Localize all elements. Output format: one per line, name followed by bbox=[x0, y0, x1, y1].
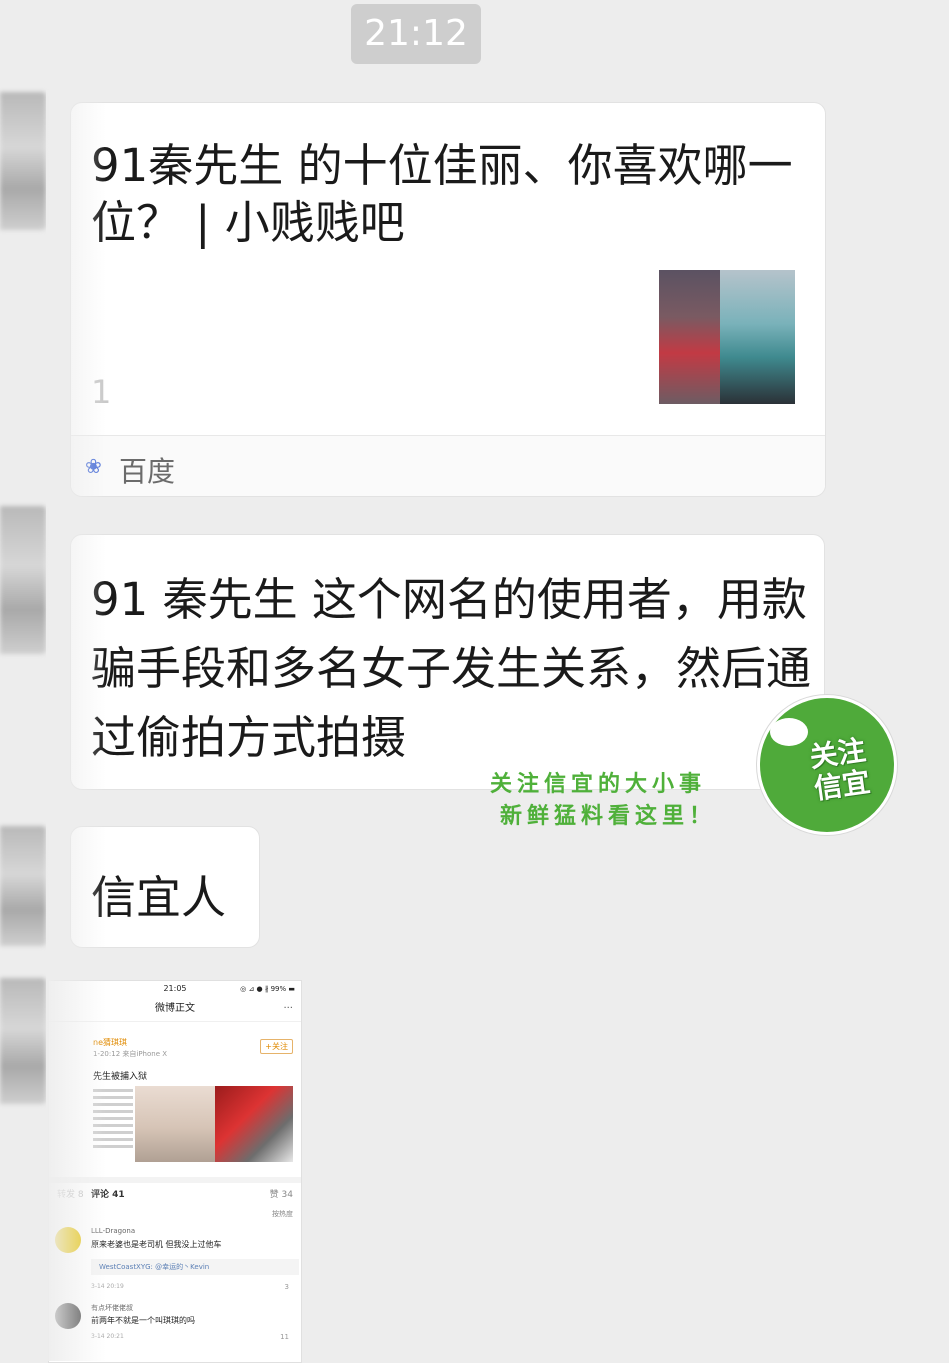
commenter-avatar bbox=[55, 1303, 81, 1329]
more-icon: ··· bbox=[283, 1003, 293, 1014]
badge-text: 关注信宜 bbox=[807, 733, 873, 806]
image-message-screenshot[interactable]: 21:05 ◎ ⊿ ● ∦ 99% ▬ 微博正文 ··· ne猜琪琪 1-20:… bbox=[48, 980, 302, 1363]
comment-text: 原来老婆也是老司机 但我没上过他车 bbox=[91, 1240, 222, 1249]
text-message-bubble-short[interactable]: 信宜人 bbox=[70, 826, 260, 948]
link-title: 91秦先生 的十位佳丽、你喜欢哪一位？ | 小贱贱吧 bbox=[91, 139, 793, 249]
avatar[interactable] bbox=[0, 826, 46, 946]
text-message-bubble[interactable]: 91 秦先生 这个网名的使用者，用款骗手段和多名女子发生关系，然后通过偷拍方式拍… bbox=[70, 534, 825, 790]
link-thumbnail bbox=[659, 270, 795, 404]
link-description: 1 bbox=[91, 373, 112, 411]
comment-text: 前两年不就是一个叫琪琪的吗 bbox=[91, 1316, 195, 1325]
commenter-avatar bbox=[55, 1227, 81, 1253]
link-card-message[interactable]: 91秦先生 的十位佳丽、你喜欢哪一位？ | 小贱贱吧 1 ❀ 百度 bbox=[70, 102, 826, 497]
tab-likes: 赞 34 bbox=[269, 1190, 293, 1200]
tab-comments: 评论 41 bbox=[91, 1190, 125, 1200]
weibo-nav-bar: 微博正文 ··· bbox=[49, 997, 301, 1022]
post-tabs: 转发 8 评论 41 赞 34 bbox=[49, 1177, 301, 1205]
sort-by-hot: 按热度 bbox=[272, 1210, 293, 1218]
tab-repost: 转发 8 bbox=[57, 1190, 84, 1200]
avatar[interactable] bbox=[0, 978, 46, 1104]
post-image-2 bbox=[215, 1086, 293, 1162]
follow-button: +关注 bbox=[260, 1039, 293, 1054]
comment-date: 3-14 20:19 bbox=[91, 1283, 124, 1290]
post-text: 先生被捕入狱 bbox=[93, 1072, 148, 1082]
post-image-1 bbox=[135, 1086, 215, 1162]
baidu-paw-icon: ❀ bbox=[85, 454, 102, 478]
avatar[interactable] bbox=[0, 506, 46, 654]
watermark-line-2: 新鲜猛料看这里！ bbox=[500, 803, 717, 829]
status-bar: 21:05 ◎ ⊿ ● ∦ 99% ▬ bbox=[49, 981, 301, 997]
comment-reply: WestCoastXYG: @幸运的丶Kevin bbox=[91, 1259, 299, 1275]
comment-date: 3-14 20:21 bbox=[91, 1333, 124, 1340]
status-icons: ◎ ⊿ ● ∦ 99% ▬ bbox=[240, 985, 295, 993]
commenter-name: 有点坏佬佬叔 bbox=[91, 1304, 133, 1312]
watermark-line-1: 关注信宜的大小事 bbox=[490, 771, 707, 797]
commenter-name: LLL-Dragona bbox=[91, 1227, 136, 1235]
wechat-follow-badge: 关注信宜 bbox=[757, 695, 897, 835]
message-text: 91 秦先生 这个网名的使用者，用款骗手段和多名女子发生关系，然后通过偷拍方式拍… bbox=[91, 573, 812, 764]
thumbnail-photo-left bbox=[659, 270, 720, 404]
link-source-name: 百度 bbox=[119, 455, 176, 488]
comment-likes: 3 bbox=[284, 1283, 289, 1291]
post-text-blur bbox=[93, 1089, 133, 1152]
link-source-bar: ❀ 百度 bbox=[71, 435, 825, 496]
nav-title: 微博正文 bbox=[155, 1003, 195, 1014]
thumbnail-photo-right bbox=[720, 270, 795, 404]
comment-likes: 11 bbox=[280, 1333, 289, 1341]
message-text-short: 信宜人 bbox=[91, 871, 227, 924]
post-meta: 1-20:12 来自iPhone X bbox=[93, 1050, 168, 1058]
post-user-name: ne猜琪琪 bbox=[93, 1038, 127, 1047]
chat-bubble-icon bbox=[770, 718, 808, 746]
chat-timestamp: 21:12 bbox=[351, 4, 481, 64]
avatar[interactable] bbox=[0, 92, 46, 230]
status-time: 21:05 bbox=[163, 984, 187, 993]
